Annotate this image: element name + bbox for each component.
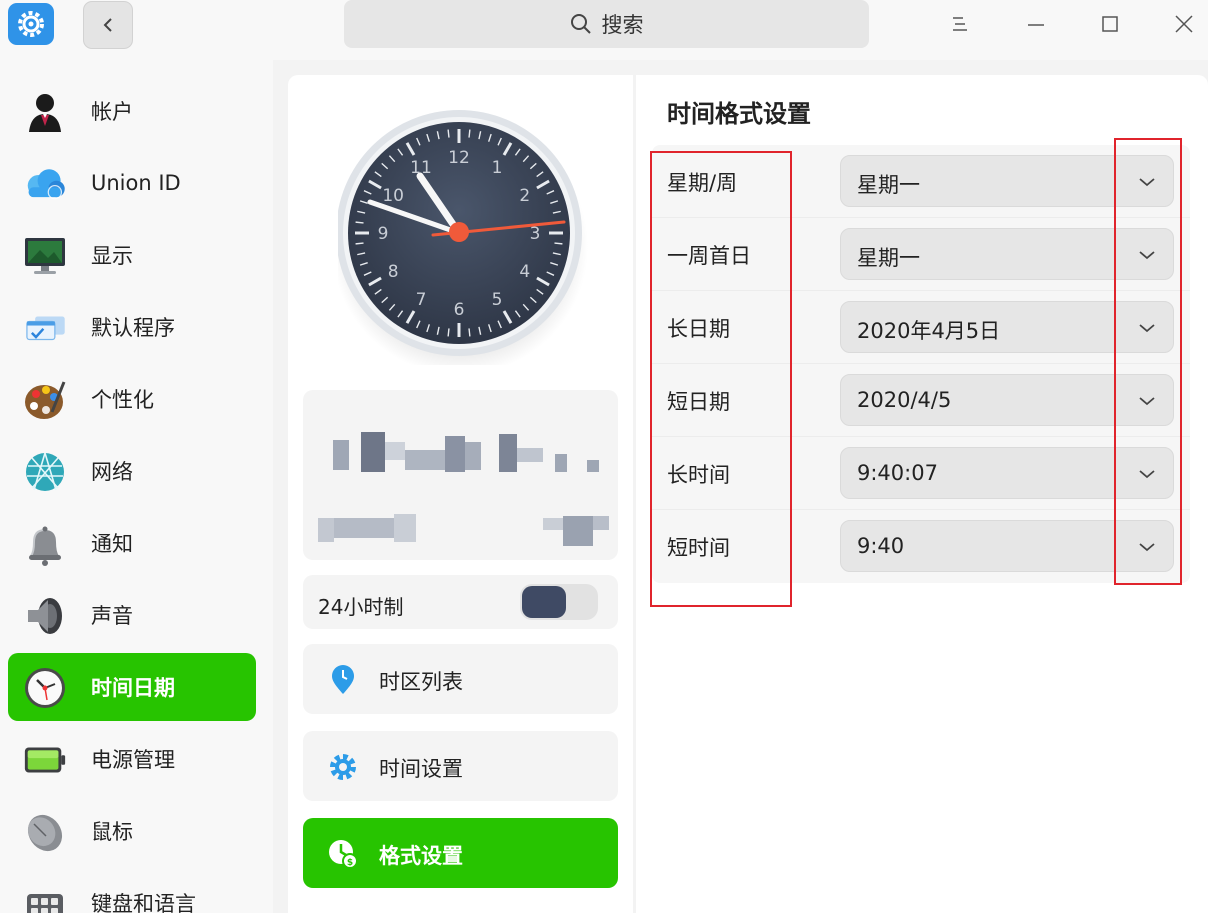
format-settings-button[interactable]: $ 格式设置	[303, 818, 618, 888]
main-menu-button[interactable]	[938, 6, 982, 42]
sidebar-item-label: 显示	[91, 244, 133, 268]
network-globe-icon	[22, 450, 68, 494]
sidebar-item-network[interactable]: 网络	[8, 437, 256, 505]
time-settings-button[interactable]: 时间设置	[303, 731, 618, 801]
clock-numeral: 12	[448, 148, 470, 168]
annotation-box-labels	[650, 151, 792, 607]
title-bar: 搜索	[0, 0, 1208, 60]
select-value: 9:40:07	[857, 461, 938, 485]
select-value: 2020年4月5日	[857, 319, 1001, 343]
sidebar-item-sound[interactable]: 声音	[8, 581, 256, 649]
clock-numeral: 9	[378, 224, 389, 244]
mouse-icon	[22, 810, 68, 854]
speaker-icon	[22, 594, 68, 638]
close-button[interactable]	[1162, 6, 1206, 42]
clock-numeral: 3	[530, 224, 541, 244]
time-settings-label: 时间设置	[379, 757, 463, 781]
sidebar-item-label: 时间日期	[91, 676, 175, 700]
date-time-info-card	[303, 390, 618, 560]
account-icon	[22, 90, 68, 134]
sidebar-item-power[interactable]: 电源管理	[8, 725, 256, 793]
back-button[interactable]	[83, 1, 133, 49]
sidebar-item-label: Union ID	[91, 171, 181, 195]
search-box[interactable]: 搜索	[344, 0, 869, 48]
clock-center	[449, 222, 469, 242]
sidebar-item-label: 键盘和语言	[91, 892, 196, 913]
sidebar-item-notification[interactable]: 通知	[8, 509, 256, 577]
sidebar-item-union-id[interactable]: Union ID	[8, 149, 256, 217]
default-apps-icon	[22, 306, 68, 350]
page-title: 时间格式设置	[667, 100, 811, 128]
cloud-icon	[22, 162, 68, 206]
sidebar-item-label: 通知	[91, 532, 133, 556]
gear-icon	[327, 751, 359, 783]
sidebar-item-label: 电源管理	[91, 748, 175, 772]
maximize-icon	[1102, 16, 1118, 32]
clock-tick	[447, 328, 450, 337]
sidebar-item-label: 默认程序	[91, 316, 175, 340]
toggle-knob	[522, 586, 566, 618]
clock-numeral: 10	[382, 186, 404, 206]
sidebar-item-keyboard[interactable]: 键盘和语言	[8, 869, 256, 913]
select-value: 星期一	[857, 246, 920, 270]
clock-numeral: 6	[454, 300, 465, 320]
sidebar-item-label: 网络	[91, 460, 133, 484]
menu-icon	[953, 17, 967, 31]
clock-numeral: 4	[519, 262, 530, 282]
24-hour-toggle[interactable]	[520, 584, 598, 620]
palette-icon	[22, 378, 68, 422]
clock-tick	[554, 242, 563, 245]
clock-tick	[355, 221, 364, 224]
clock-tick	[468, 129, 471, 138]
sidebar-item-account[interactable]: 帐户	[8, 77, 256, 145]
select-value: 星期一	[857, 173, 920, 197]
24-hour-label: 24小时制	[318, 595, 404, 619]
search-label: 搜索	[601, 13, 644, 37]
select-value: 9:40	[857, 534, 905, 558]
sidebar-item-label: 声音	[91, 604, 133, 628]
chevron-left-icon	[103, 18, 112, 32]
sidebar-item-label: 鼠标	[91, 820, 133, 844]
clock-tick	[468, 328, 471, 337]
sidebar-item-date-time[interactable]: 时间日期	[8, 653, 256, 721]
clock-numeral: 5	[492, 290, 503, 310]
bell-icon	[22, 522, 68, 566]
clock-numeral: 2	[519, 186, 530, 206]
location-pin-icon	[327, 664, 359, 696]
search-icon	[570, 14, 591, 34]
clock-numeral: 1	[492, 158, 503, 178]
format-settings-label: 格式设置	[379, 844, 463, 868]
clock-numeral: 7	[416, 290, 427, 310]
svg-text:$: $	[347, 858, 353, 868]
clock-icon	[22, 666, 68, 710]
close-icon	[1175, 15, 1193, 33]
sidebar-item-display[interactable]: 显示	[8, 221, 256, 289]
clock-tick	[355, 242, 364, 245]
clock-tick	[447, 129, 450, 138]
annotation-box-dropdowns	[1114, 138, 1182, 585]
battery-icon	[22, 738, 68, 782]
analog-clock: 12 1 2 3 4 5 6 7 8 9 10 11	[332, 105, 588, 375]
maximize-button[interactable]	[1088, 6, 1132, 42]
timezone-list-label: 时区列表	[379, 670, 463, 694]
sidebar-item-label: 帐户	[91, 100, 133, 124]
sidebar-item-personalization[interactable]: 个性化	[8, 365, 256, 433]
sidebar-item-default-apps[interactable]: 默认程序	[8, 293, 256, 361]
format-clock-icon: $	[327, 838, 359, 870]
sidebar-item-mouse[interactable]: 鼠标	[8, 797, 256, 865]
clock-numeral: 8	[388, 262, 399, 282]
timezone-list-button[interactable]: 时区列表	[303, 644, 618, 714]
settings-app-logo-icon	[8, 3, 54, 45]
minimize-icon	[1028, 24, 1044, 26]
monitor-icon	[22, 234, 68, 278]
minimize-button[interactable]	[1014, 6, 1058, 42]
sidebar-item-label: 个性化	[91, 388, 154, 412]
keyboard-icon	[22, 882, 68, 913]
select-value: 2020/4/5	[857, 388, 952, 412]
